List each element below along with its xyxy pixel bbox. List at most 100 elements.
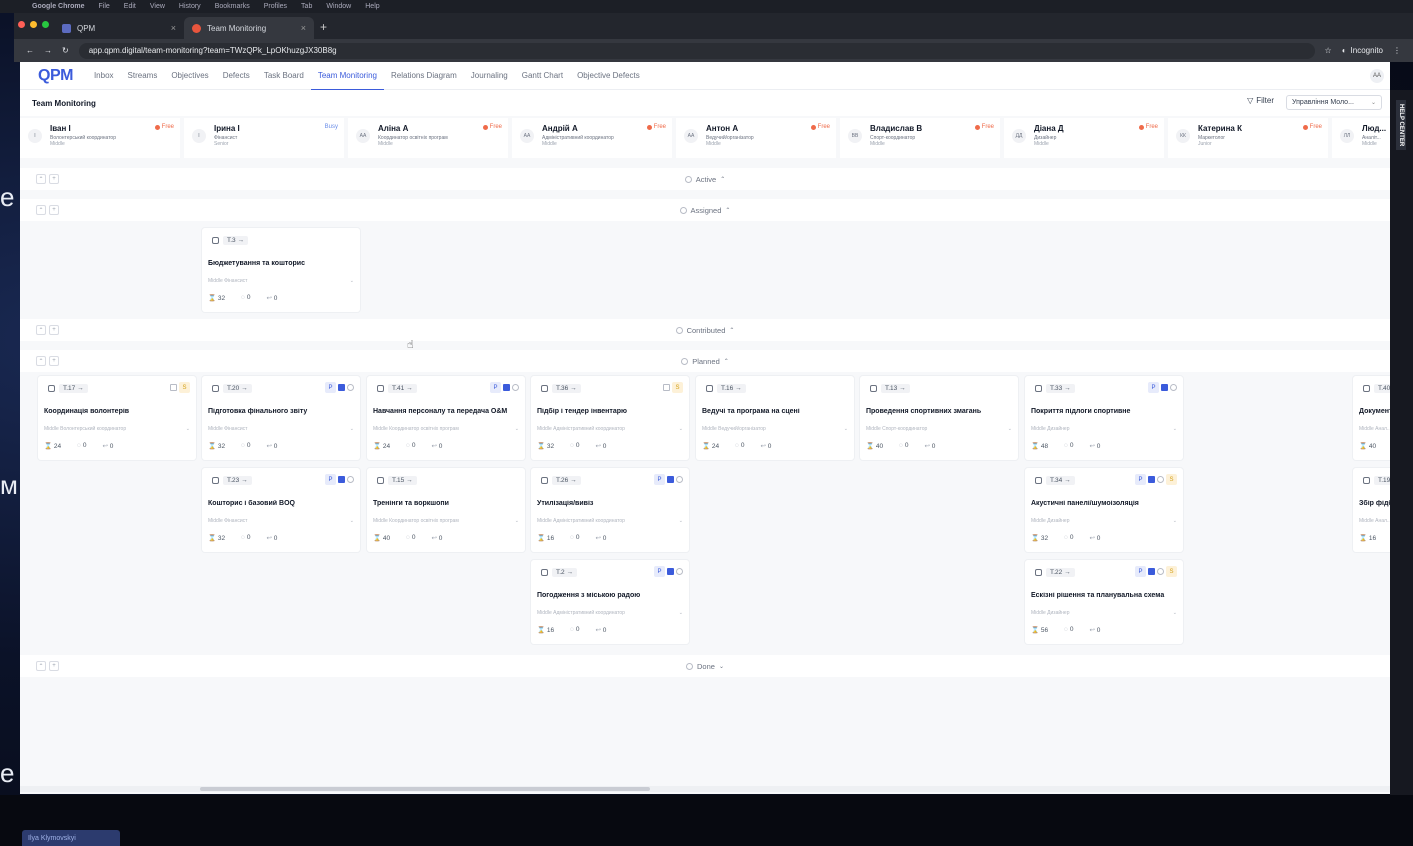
os-menu-item[interactable]: Google Chrome bbox=[32, 3, 85, 10]
filter-button[interactable]: ▽ Filter bbox=[1247, 96, 1274, 105]
task-id[interactable]: T.33 → bbox=[1046, 384, 1075, 393]
checkbox-icon[interactable] bbox=[377, 477, 384, 484]
bookmark-star-icon[interactable]: ☆ bbox=[1325, 46, 1332, 55]
chevron-down-icon[interactable]: ⌄ bbox=[186, 426, 190, 432]
nav-item-relations-diagram[interactable]: Relations Diagram bbox=[384, 62, 464, 90]
task-id[interactable]: T.34 → bbox=[1046, 476, 1075, 485]
checkbox-icon[interactable] bbox=[1363, 477, 1370, 484]
member-column-header[interactable]: I Іван І Волонтерський координатор Middle Fr… bbox=[20, 118, 184, 158]
collapse-icon[interactable]: ⌃ bbox=[36, 325, 46, 335]
new-tab-icon[interactable]: + bbox=[314, 20, 333, 34]
task-card[interactable]: T.26 → P Утилізація/вивіз Middle Адміністра… bbox=[531, 468, 689, 552]
checkbox-icon[interactable] bbox=[212, 477, 219, 484]
nav-item-inbox[interactable]: Inbox bbox=[87, 62, 121, 90]
section-assigned[interactable]: ⌃ + Assigned ⌃ bbox=[20, 199, 1390, 221]
browser-tab-team-monitoring[interactable]: Team Monitoring × bbox=[184, 17, 314, 39]
member-column-header[interactable]: АА Антон А Ведучий/організатор Middle Free bbox=[676, 118, 840, 158]
help-center-label[interactable]: HELP CENTER bbox=[1396, 100, 1406, 151]
chevron-down-icon[interactable]: ⌄ bbox=[679, 610, 683, 616]
member-column-header[interactable]: АА Андрій А Адміністративний координатор Mi… bbox=[512, 118, 676, 158]
reload-icon[interactable]: ↻ bbox=[62, 46, 69, 55]
task-id[interactable]: T.20 → bbox=[223, 384, 252, 393]
os-menu-item[interactable]: Window bbox=[326, 3, 351, 10]
chevron-down-icon[interactable]: ⌄ bbox=[515, 518, 519, 524]
task-id[interactable]: T.26 → bbox=[552, 476, 581, 485]
task-card[interactable]: T.23 → P Кошторис і базовий BOQ Middle Фіна… bbox=[202, 468, 360, 552]
os-menu-item[interactable]: Profiles bbox=[264, 3, 287, 10]
task-card[interactable]: T.19 → Збір фідбе... Middle Анал...⌄ ⌛ 16 bbox=[1353, 468, 1390, 552]
incognito-indicator[interactable]: ◐ Incognito bbox=[1342, 46, 1383, 55]
task-card[interactable]: T.20 → P Підготовка фінального звіту Middle… bbox=[202, 376, 360, 460]
task-id[interactable]: T.41 → bbox=[388, 384, 417, 393]
collapse-icon[interactable]: ⌃ bbox=[36, 356, 46, 366]
chevron-down-icon[interactable]: ⌄ bbox=[679, 518, 683, 524]
nav-item-defects[interactable]: Defects bbox=[216, 62, 257, 90]
nav-item-objectives[interactable]: Objectives bbox=[164, 62, 215, 90]
os-menu-item[interactable]: Tab bbox=[301, 3, 312, 10]
os-menu-item[interactable]: File bbox=[99, 3, 110, 10]
task-id[interactable]: T.22 → bbox=[1046, 568, 1075, 577]
os-menu-item[interactable]: Help bbox=[365, 3, 379, 10]
task-id[interactable]: T.13 → bbox=[881, 384, 910, 393]
task-id[interactable]: T.3 → bbox=[223, 236, 248, 245]
section-done[interactable]: ⌃ + Done ⌄ bbox=[20, 655, 1390, 677]
section-contributed[interactable]: ⌃ + Contributed ⌃ bbox=[20, 319, 1390, 341]
chevron-down-icon[interactable]: ⌄ bbox=[350, 518, 354, 524]
browser-menu-icon[interactable]: ⋮ bbox=[1393, 46, 1401, 55]
team-select[interactable]: Управління Моло... ⌄ bbox=[1286, 95, 1382, 110]
task-card[interactable]: T.16 → Ведучі та програма на сцені Middle … bbox=[696, 376, 854, 460]
task-card[interactable]: T.17 → S Координація волонтерів Middle Воло… bbox=[38, 376, 196, 460]
add-icon[interactable]: + bbox=[49, 661, 59, 671]
nav-item-gantt-chart[interactable]: Gantt Chart bbox=[515, 62, 570, 90]
collapse-icon[interactable]: ⌃ bbox=[36, 205, 46, 215]
os-menu-item[interactable]: Bookmarks bbox=[215, 3, 250, 10]
task-card[interactable]: T.13 → Проведення спортивних змагань Middl… bbox=[860, 376, 1018, 460]
task-card[interactable]: T.15 → Тренінги та воркшопи Middle Координ… bbox=[367, 468, 525, 552]
os-menu-item[interactable]: History bbox=[179, 3, 201, 10]
task-id[interactable]: T.2 → bbox=[552, 568, 577, 577]
checkbox-icon[interactable] bbox=[870, 385, 877, 392]
url-field[interactable]: app.qpm.digital/team-monitoring?team=TWz… bbox=[78, 42, 1315, 59]
checkbox-icon[interactable] bbox=[212, 385, 219, 392]
checkbox-icon[interactable] bbox=[541, 385, 548, 392]
os-menu-item[interactable]: View bbox=[150, 3, 165, 10]
chevron-down-icon[interactable]: ⌄ bbox=[844, 426, 848, 432]
member-column-header[interactable]: КК Катерина К Маркетолог Junior Free bbox=[1168, 118, 1332, 158]
checkbox-icon[interactable] bbox=[377, 385, 384, 392]
chevron-down-icon[interactable]: ⌄ bbox=[1008, 426, 1012, 432]
close-tab-icon[interactable]: × bbox=[171, 23, 176, 33]
member-column-header[interactable]: ДД Діана Д Дизайнер Middle Free bbox=[1004, 118, 1168, 158]
close-tab-icon[interactable]: × bbox=[301, 23, 306, 33]
collapse-icon[interactable]: ⌃ bbox=[36, 661, 46, 671]
task-card[interactable]: T.41 → P Навчання персоналу та передача O&… bbox=[367, 376, 525, 460]
back-icon[interactable]: ← bbox=[26, 46, 34, 55]
section-planned[interactable]: ⌃ + Planned ⌃ bbox=[20, 350, 1390, 372]
chevron-down-icon[interactable]: ⌄ bbox=[350, 278, 354, 284]
task-card[interactable]: T.33 → P Покриття підлоги спортивне Middle … bbox=[1025, 376, 1183, 460]
add-icon[interactable]: + bbox=[49, 325, 59, 335]
chevron-down-icon[interactable]: ⌄ bbox=[679, 426, 683, 432]
member-column-header[interactable]: ЛЛ Люд... Аналіт... Middle bbox=[1332, 118, 1390, 158]
checkbox-icon[interactable] bbox=[706, 385, 713, 392]
browser-tab-qpm[interactable]: QPM × bbox=[54, 17, 184, 39]
task-card[interactable]: T.2 → P Погодження з міською радою Middle А… bbox=[531, 560, 689, 644]
collapse-icon[interactable]: ⌃ bbox=[36, 174, 46, 184]
scrollbar-thumb[interactable] bbox=[200, 787, 650, 791]
user-avatar[interactable]: AA bbox=[1370, 69, 1384, 83]
member-column-header[interactable]: I Ірина І Фінансист Senior Busy bbox=[184, 118, 348, 158]
help-center-panel[interactable]: HELP CENTER bbox=[1390, 90, 1413, 795]
checkbox-icon[interactable] bbox=[1035, 569, 1042, 576]
nav-item-team-monitoring[interactable]: Team Monitoring bbox=[310, 62, 384, 90]
chevron-down-icon[interactable]: ⌄ bbox=[515, 426, 519, 432]
chevron-down-icon[interactable]: ⌄ bbox=[1173, 426, 1177, 432]
nav-item-objective-defects[interactable]: Objective Defects bbox=[570, 62, 647, 90]
forward-icon[interactable]: → bbox=[44, 46, 52, 55]
chevron-down-icon[interactable]: ⌄ bbox=[350, 426, 354, 432]
task-id[interactable]: T.40 → bbox=[1374, 384, 1390, 393]
add-icon[interactable]: + bbox=[49, 174, 59, 184]
task-id[interactable]: T.19 → bbox=[1374, 476, 1390, 485]
task-card[interactable]: T.22 → P S Ескізні рішення та планувальна с… bbox=[1025, 560, 1183, 644]
chevron-down-icon[interactable]: ⌄ bbox=[1173, 518, 1177, 524]
task-id[interactable]: T.36 → bbox=[552, 384, 581, 393]
checkbox-icon[interactable] bbox=[541, 477, 548, 484]
